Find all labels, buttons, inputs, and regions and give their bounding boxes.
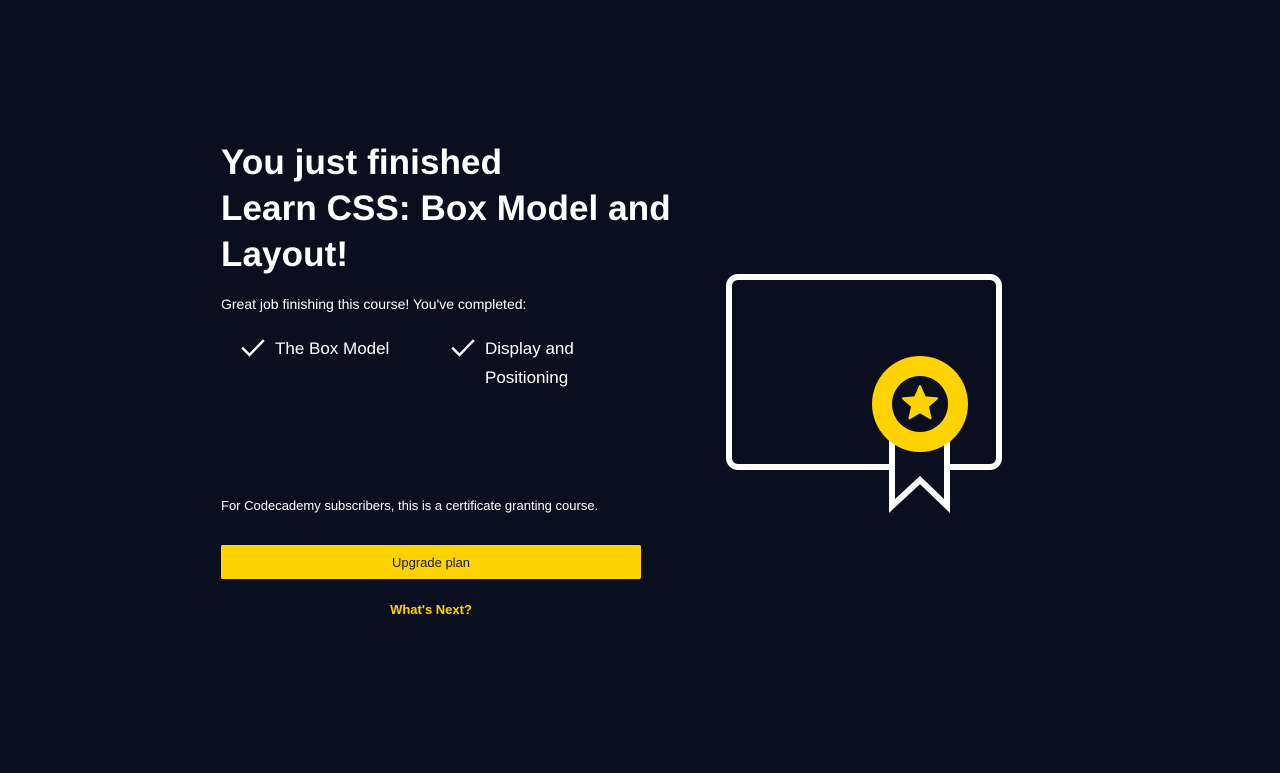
checkmark-icon (241, 339, 265, 357)
headline-course-name-2: Layout! (221, 235, 349, 274)
star-badge-icon (872, 356, 968, 452)
completed-item-display-positioning: Display and Positioning (451, 336, 661, 392)
upgrade-plan-button[interactable]: Upgrade plan (221, 545, 641, 579)
headline-course-name-1: Learn CSS: Box Model and (221, 189, 671, 228)
completed-item-label: The Box Model (275, 339, 390, 358)
completed-item-label: Display and Positioning (485, 339, 574, 387)
headline-line-1: You just finished (221, 143, 503, 182)
completed-modules-list: The Box Model Display and Positioning (241, 336, 661, 392)
intro-text: Great job finishing this course! You've … (221, 296, 527, 312)
subscriber-note: For Codecademy subscribers, this is a ce… (221, 498, 599, 513)
certificate-icon (726, 274, 1002, 514)
course-complete-page: You just finished Learn CSS: Box Model a… (0, 0, 1280, 773)
completion-headline: You just finished Learn CSS: Box Model a… (221, 140, 691, 278)
completed-item-box-model: The Box Model (241, 336, 451, 392)
checkmark-icon (451, 339, 475, 357)
whats-next-link[interactable]: What's Next? (221, 602, 641, 617)
completion-content: You just finished Learn CSS: Box Model a… (221, 140, 691, 392)
